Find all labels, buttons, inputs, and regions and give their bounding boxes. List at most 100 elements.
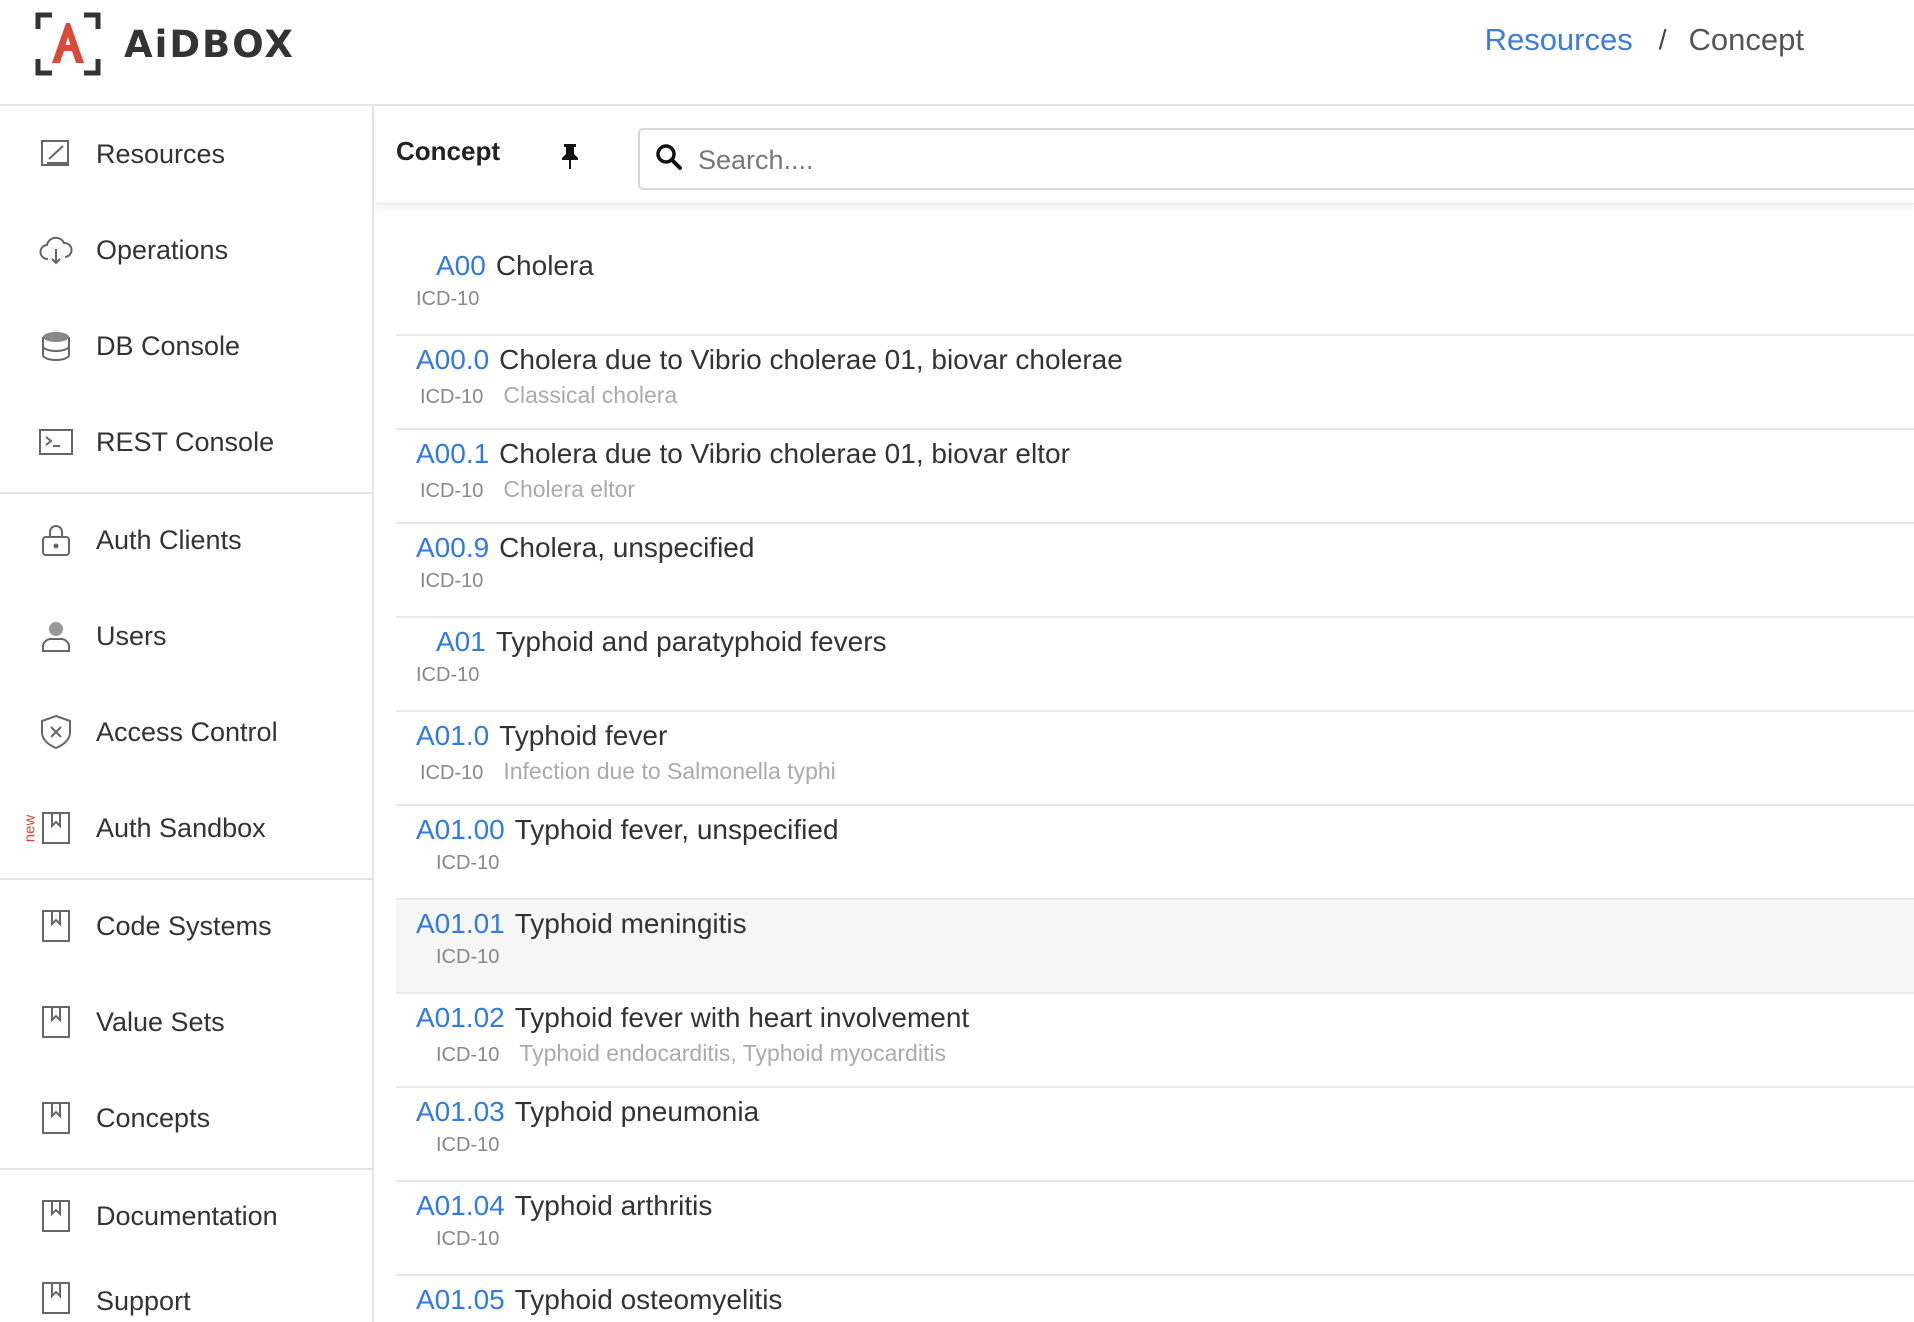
pin-icon[interactable] bbox=[554, 140, 586, 172]
concept-title: A01.00 Typhoid fever, unspecified bbox=[416, 814, 839, 846]
sidebar-item-concepts[interactable]: Concepts bbox=[0, 1070, 372, 1166]
concept-meta: ICD-10 bbox=[416, 288, 479, 311]
concept-display: Typhoid fever bbox=[499, 720, 668, 751]
logo[interactable]: AiDBOX bbox=[34, 11, 295, 77]
concept-code[interactable]: A01.00 bbox=[416, 814, 505, 845]
concept-code[interactable]: A01.0 bbox=[416, 720, 489, 751]
list-item[interactable]: A01.01 Typhoid meningitis ICD-10 bbox=[396, 900, 1914, 994]
concept-code[interactable]: A00.1 bbox=[416, 438, 489, 469]
list-item[interactable]: A01.05 Typhoid osteomyelitis bbox=[396, 1276, 1914, 1322]
new-badge: new bbox=[21, 814, 39, 842]
concept-system: ICD-10 bbox=[436, 1044, 500, 1066]
concept-code[interactable]: A01.02 bbox=[416, 1002, 505, 1033]
concept-title: A01.05 Typhoid osteomyelitis bbox=[416, 1284, 782, 1316]
sidebar-item-users[interactable]: Users bbox=[0, 588, 372, 684]
concept-display: Typhoid meningitis bbox=[514, 908, 747, 939]
list-item[interactable]: A01.00 Typhoid fever, unspecified ICD-10 bbox=[396, 806, 1914, 900]
sidebar-item-auth-sandbox[interactable]: new Auth Sandbox bbox=[0, 780, 372, 876]
concept-title: A00.0 Cholera due to Vibrio cholerae 01, … bbox=[416, 344, 1123, 376]
concept-display: Cholera bbox=[495, 250, 594, 281]
list-item[interactable]: A01.02 Typhoid fever with heart involveme… bbox=[396, 994, 1914, 1088]
sidebar-item-label: Access Control bbox=[96, 716, 278, 747]
concept-definition: Infection due to Salmonella typhi bbox=[503, 758, 836, 784]
concept-title: A00 Cholera bbox=[436, 250, 594, 282]
concept-meta: ICD-10 Typhoid endocarditis, Typhoid myoc… bbox=[436, 1040, 946, 1067]
breadcrumb-resources-link[interactable]: Resources bbox=[1485, 22, 1633, 58]
breadcrumb-separator: / bbox=[1658, 24, 1667, 55]
sidebar-item-value-sets[interactable]: Value Sets bbox=[0, 974, 372, 1070]
sidebar-item-rest-console[interactable]: REST Console bbox=[0, 394, 372, 490]
sidebar-item-label: Operations bbox=[96, 234, 229, 265]
bookmark-icon bbox=[38, 1004, 74, 1040]
concept-meta: ICD-10 bbox=[416, 664, 479, 687]
concept-code[interactable]: A01.01 bbox=[416, 908, 505, 939]
concept-system: ICD-10 bbox=[420, 762, 484, 784]
concept-definition: Cholera eltor bbox=[503, 476, 636, 502]
concept-code[interactable]: A01.05 bbox=[416, 1284, 505, 1315]
sidebar-item-label: Support bbox=[96, 1286, 191, 1316]
list-item[interactable]: A01 Typhoid and paratyphoid fevers ICD-10 bbox=[396, 618, 1914, 712]
concept-system: ICD-10 bbox=[420, 570, 484, 592]
concept-code[interactable]: A00 bbox=[436, 250, 486, 281]
sidebar-item-label: Documentation bbox=[96, 1200, 278, 1231]
concept-display: Cholera, unspecified bbox=[499, 532, 755, 563]
search-input[interactable] bbox=[698, 140, 1898, 180]
list-item[interactable]: A01.0 Typhoid fever ICD-10 Infection due t… bbox=[396, 712, 1914, 806]
concept-code[interactable]: A00.0 bbox=[416, 344, 489, 375]
concept-meta: ICD-10 Classical cholera bbox=[420, 382, 677, 409]
search-box bbox=[638, 128, 1914, 190]
list-item[interactable]: A00 Cholera ICD-10 bbox=[396, 242, 1914, 336]
list-item[interactable]: A00.1 Cholera due to Vibrio cholerae 01, … bbox=[396, 430, 1914, 524]
concept-system: ICD-10 bbox=[420, 480, 484, 502]
concept-display: Typhoid osteomyelitis bbox=[514, 1284, 783, 1315]
shield-icon bbox=[38, 714, 74, 750]
concept-title: A01.03 Typhoid pneumonia bbox=[416, 1096, 759, 1128]
list-item[interactable]: A00.9 Cholera, unspecified ICD-10 bbox=[396, 524, 1914, 618]
concept-code[interactable]: A01.03 bbox=[416, 1096, 505, 1127]
bookmark-icon bbox=[38, 908, 74, 944]
concept-toolbar: Concept bbox=[376, 106, 1914, 204]
concept-title: A01.04 Typhoid arthritis bbox=[416, 1190, 712, 1222]
concept-definition: Classical cholera bbox=[503, 382, 678, 408]
app-header: AiDBOX Resources / Concept bbox=[0, 0, 1914, 106]
sidebar-item-label: DB Console bbox=[96, 330, 241, 361]
list-item[interactable]: A00.0 Cholera due to Vibrio cholerae 01, … bbox=[396, 336, 1914, 430]
bookmark-icon bbox=[38, 1280, 74, 1316]
sidebar-item-resources[interactable]: Resources bbox=[0, 106, 372, 202]
concept-system: ICD-10 bbox=[436, 1228, 500, 1250]
terminal-icon bbox=[38, 424, 74, 460]
bookmark-icon bbox=[38, 1198, 74, 1234]
concept-system: ICD-10 bbox=[416, 664, 480, 686]
sidebar-item-label: Users bbox=[96, 620, 167, 651]
lock-icon bbox=[38, 522, 74, 558]
list-item[interactable]: A01.04 Typhoid arthritis ICD-10 bbox=[396, 1182, 1914, 1276]
concept-title: A01.02 Typhoid fever with heart involveme… bbox=[416, 1002, 969, 1034]
concept-meta: ICD-10 Cholera eltor bbox=[420, 476, 635, 503]
concept-display: Typhoid fever with heart involvement bbox=[514, 1002, 970, 1033]
concept-display: Cholera due to Vibrio cholerae 01, biova… bbox=[499, 438, 1070, 469]
concept-title: A00.9 Cholera, unspecified bbox=[416, 532, 754, 564]
concept-display: Typhoid arthritis bbox=[514, 1190, 713, 1221]
logo-text: AiDBOX bbox=[124, 22, 295, 66]
sidebar-item-operations[interactable]: Operations bbox=[0, 202, 372, 298]
cloud-icon bbox=[38, 232, 74, 268]
bookmark-icon bbox=[38, 810, 74, 846]
concept-code[interactable]: A01 bbox=[436, 626, 486, 657]
concept-title: A01 Typhoid and paratyphoid fevers bbox=[436, 626, 887, 658]
sidebar-item-support[interactable]: Support bbox=[0, 1272, 372, 1322]
list-item[interactable]: A01.03 Typhoid pneumonia ICD-10 bbox=[396, 1088, 1914, 1182]
concept-meta: ICD-10 bbox=[436, 852, 499, 875]
sidebar-item-access-control[interactable]: Access Control bbox=[0, 684, 372, 780]
concept-title: A00.1 Cholera due to Vibrio cholerae 01, … bbox=[416, 438, 1070, 470]
concept-meta: ICD-10 bbox=[436, 946, 499, 969]
concept-code[interactable]: A00.9 bbox=[416, 532, 489, 563]
sidebar-item-code-systems[interactable]: Code Systems bbox=[0, 878, 372, 974]
sidebar-item-documentation[interactable]: Documentation bbox=[0, 1168, 372, 1264]
concept-display: Typhoid and paratyphoid fevers bbox=[495, 626, 887, 657]
sidebar-item-db-console[interactable]: DB Console bbox=[0, 298, 372, 394]
concept-code[interactable]: A01.04 bbox=[416, 1190, 505, 1221]
sidebar-item-auth-clients[interactable]: Auth Clients bbox=[0, 492, 372, 588]
concept-meta: ICD-10 bbox=[420, 570, 483, 593]
bookmark-icon bbox=[38, 1100, 74, 1136]
concept-meta: ICD-10 bbox=[436, 1228, 499, 1251]
